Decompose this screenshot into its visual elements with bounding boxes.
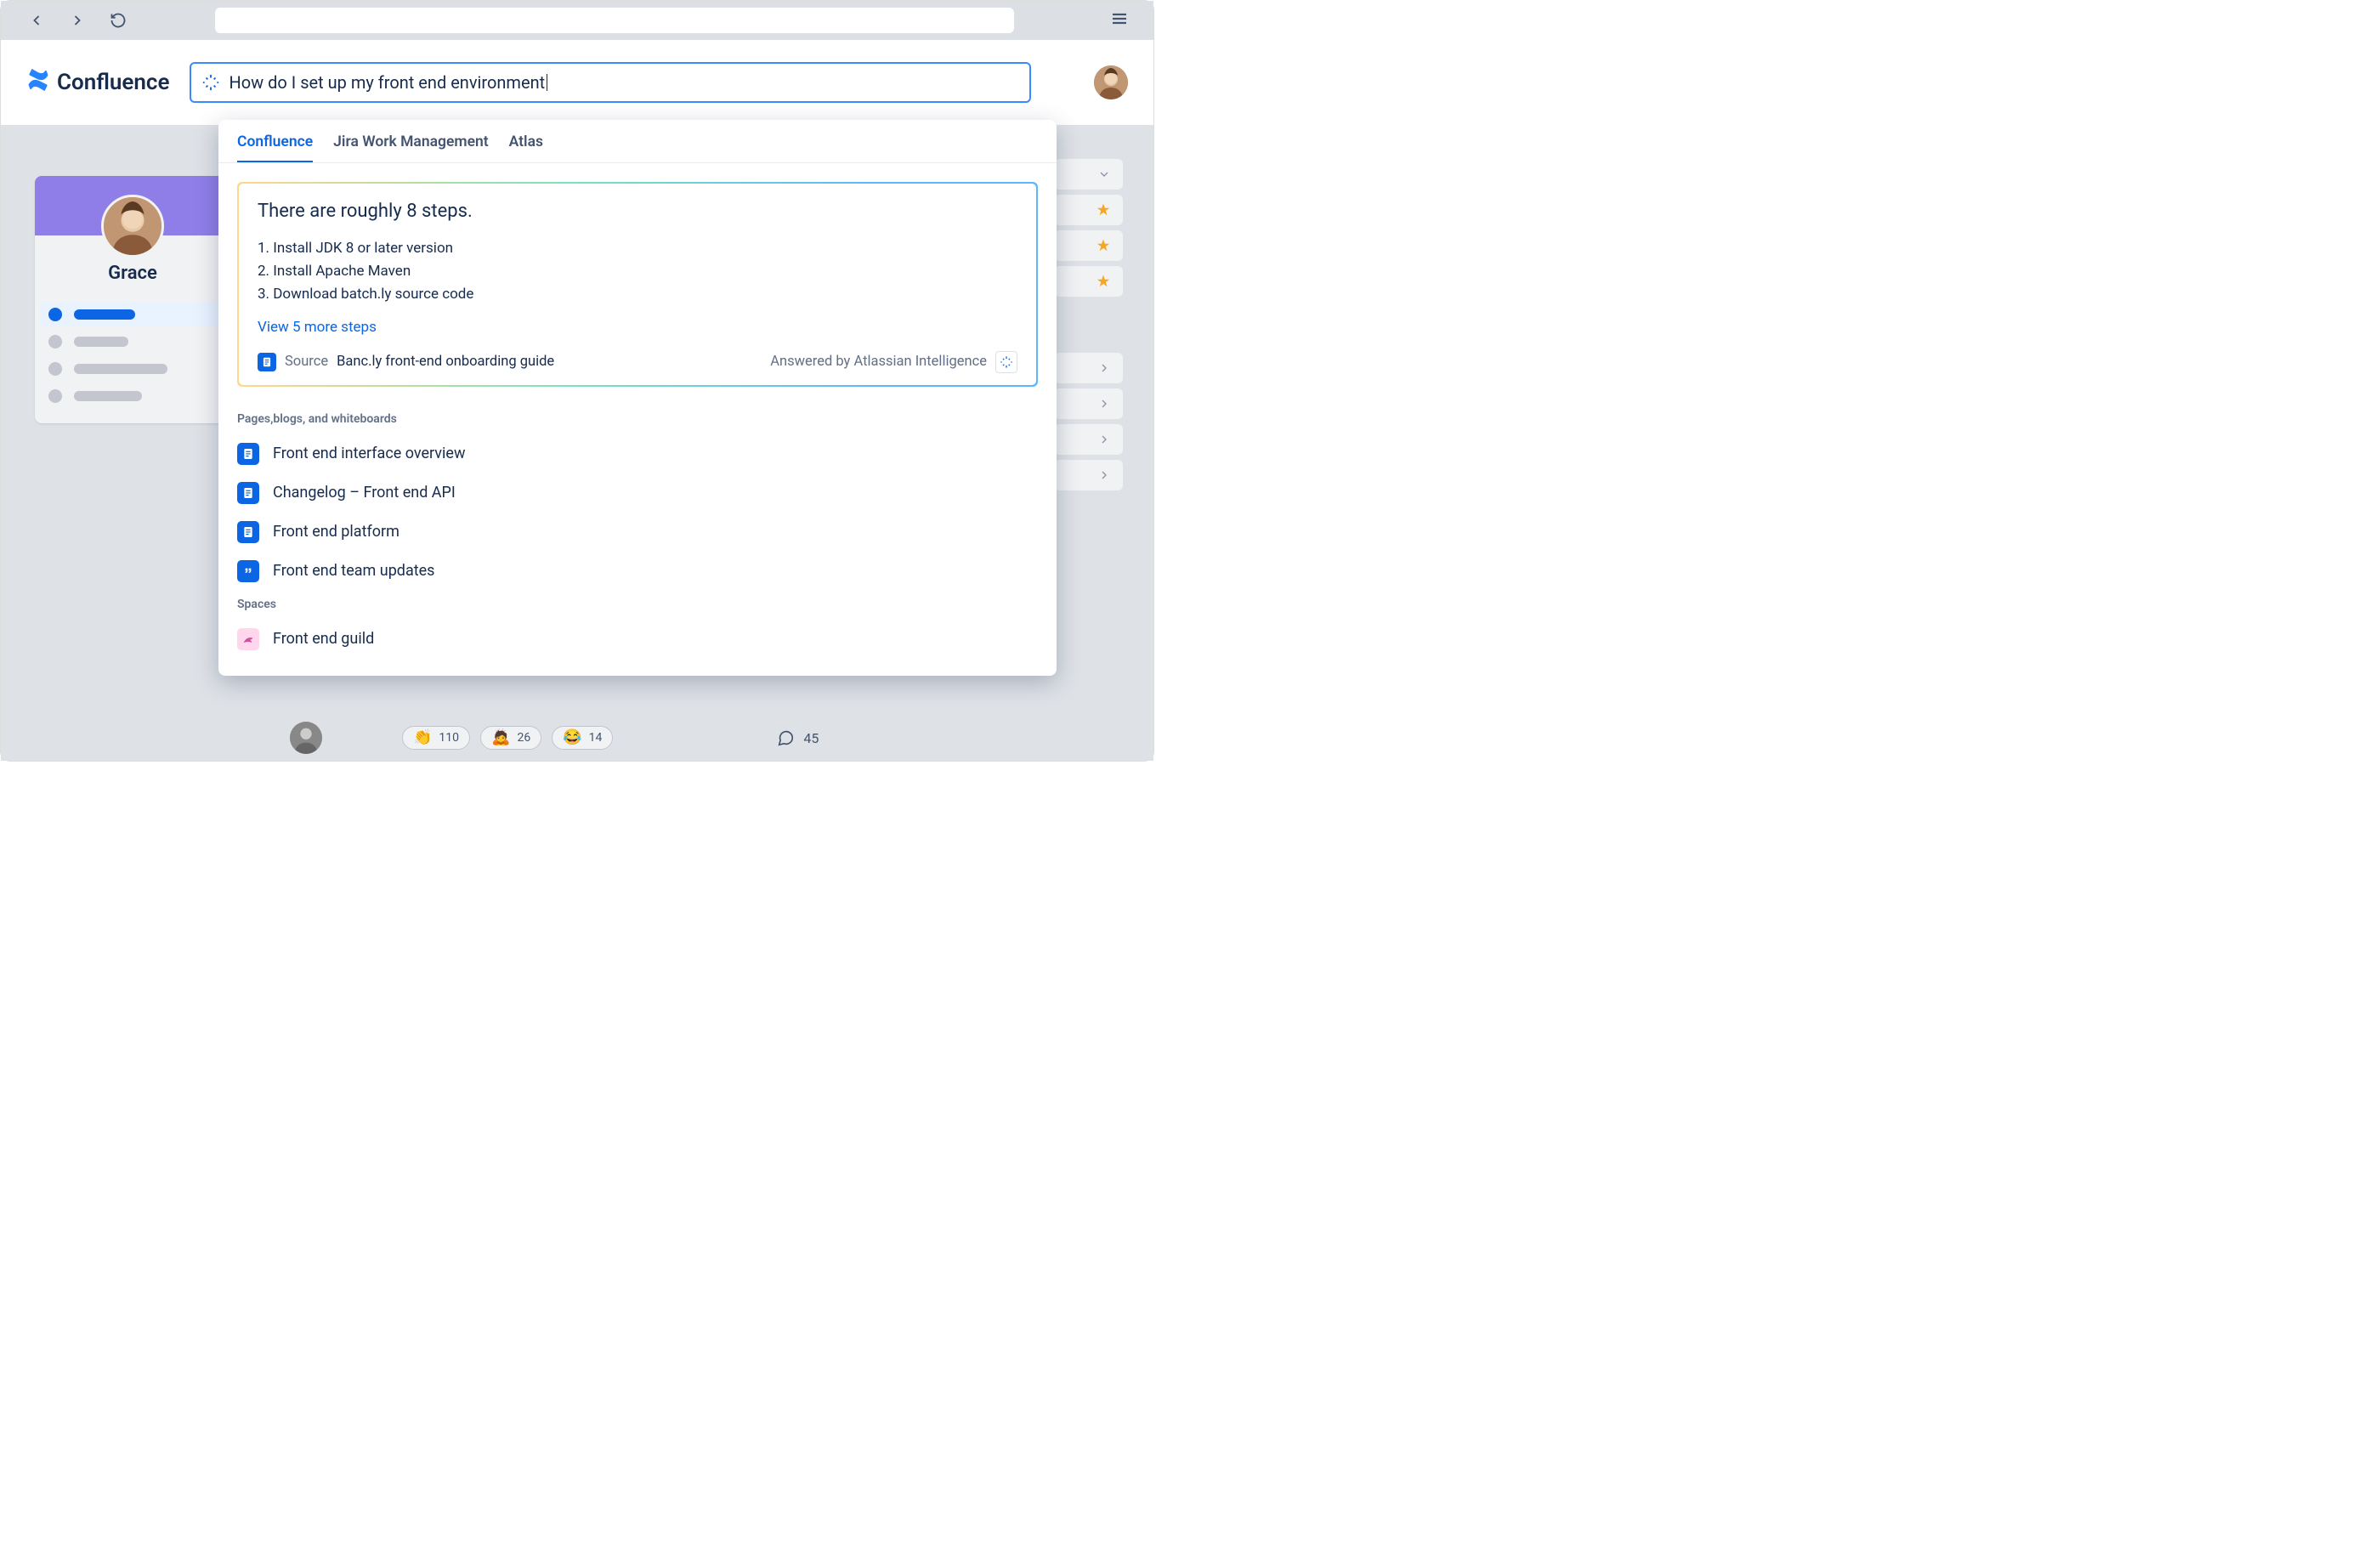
result-title: Changelog – Front end API [273,484,456,502]
tab-confluence[interactable]: Confluence [237,133,313,162]
source-label: Source [285,354,328,370]
ai-expand-link[interactable]: View 5 more steps [258,319,377,336]
section-pages-label: Pages,blogs, and whiteboards [218,405,1057,434]
tab-jira-work-management[interactable]: Jira Work Management [333,133,488,162]
search-result[interactable]: Front end interface overview [218,434,1057,473]
search-dropdown: Confluence Jira Work Management Atlas Th… [218,120,1057,676]
ai-step: 2. Install Apache Maven [258,260,1017,283]
reaction-count: 14 [589,731,603,745]
page-icon [237,521,259,543]
result-title: Front end platform [273,523,400,541]
sidebar-item[interactable] [35,357,230,381]
page-icon [237,443,259,465]
ai-steps-list: 1. Install JDK 8 or later version 2. Ins… [258,237,1017,307]
browser-back-button[interactable] [25,8,48,32]
sidebar-item[interactable] [35,330,230,354]
product-name: Confluence [57,70,169,95]
emoji-icon: 👏 [413,730,432,745]
ai-credit-text: Answered by Atlassian Intelligence [770,354,987,370]
search-query-text: How do I set up my front end environment [229,72,547,93]
sidebar-item[interactable] [40,303,225,326]
browser-forward-button[interactable] [65,8,89,32]
search-result[interactable]: Changelog – Front end API [218,473,1057,513]
ai-step: 1. Install JDK 8 or later version [258,237,1017,260]
browser-bar [1,1,1153,40]
star-icon[interactable] [1055,266,1123,297]
reaction-pill[interactable]: 🙇 26 [480,726,541,750]
right-column [1055,159,1123,490]
search-tabs: Confluence Jira Work Management Atlas [218,120,1057,163]
star-icon[interactable] [1055,230,1123,261]
search-result[interactable]: Front end guild [218,620,1057,659]
blog-icon [237,560,259,582]
section-spaces-label: Spaces [218,591,1057,620]
ai-sparkle-icon [995,351,1017,373]
comment-count[interactable]: 45 [776,728,819,747]
confluence-logo-icon [26,68,50,98]
search-result[interactable]: Front end team updates [218,552,1057,591]
ai-answer-heading: There are roughly 8 steps. [258,201,1017,222]
reaction-pill[interactable]: 👏 110 [402,726,470,750]
sidebar-item[interactable] [35,384,230,408]
result-title: Front end team updates [273,562,434,580]
emoji-icon: 😂 [563,730,581,745]
result-title: Front end interface overview [273,445,465,462]
space-icon [237,628,259,650]
right-card[interactable] [1055,388,1123,419]
ai-step: 3. Download batch.ly source code [258,283,1017,306]
reaction-pill[interactable]: 😂 14 [552,726,613,750]
right-card[interactable] [1055,424,1123,455]
search-result[interactable]: Front end platform [218,513,1057,552]
confluence-logo[interactable]: Confluence [26,68,169,98]
right-card[interactable] [1055,460,1123,490]
result-title: Front end guild [273,630,374,648]
reaction-count: 26 [517,731,530,745]
source-title[interactable]: Banc.ly front-end onboarding guide [337,354,554,370]
app-header: Confluence How do I set up my front end … [1,40,1153,125]
user-avatar[interactable] [1094,65,1128,99]
ai-answer-box: There are roughly 8 steps. 1. Install JD… [237,182,1038,387]
tab-atlas[interactable]: Atlas [509,133,543,162]
emoji-icon: 🙇 [491,730,510,745]
page-icon [258,353,276,371]
right-card[interactable] [1055,159,1123,190]
comment-avatar [290,722,322,754]
browser-url-bar[interactable] [215,8,1014,33]
sidebar-avatar[interactable] [101,195,164,258]
sidebar-user-name: Grace [35,263,230,294]
browser-reload-button[interactable] [106,8,130,32]
sidebar-profile-card: Grace [35,176,230,423]
browser-menu-button[interactable] [1109,8,1130,32]
star-icon[interactable] [1055,195,1123,225]
reaction-count: 110 [439,731,459,745]
reactions-bar: 👏 110 🙇 26 😂 14 45 [290,722,819,754]
search-input[interactable]: How do I set up my front end environment [190,62,1031,103]
right-card[interactable] [1055,353,1123,383]
ai-sparkle-icon [201,73,220,92]
page-icon [237,482,259,504]
